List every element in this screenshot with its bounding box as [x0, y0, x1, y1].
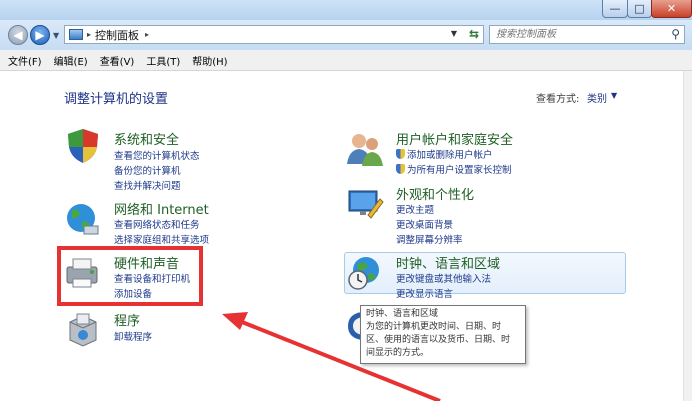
- breadcrumb-chevron-icon[interactable]: ▸: [145, 30, 149, 39]
- appearance-icon[interactable]: [346, 185, 384, 223]
- link-change-theme[interactable]: 更改主题: [396, 202, 434, 216]
- close-button[interactable]: ✕: [651, 0, 692, 18]
- link-add-remove-accounts[interactable]: 添加或删除用户帐户: [396, 147, 493, 161]
- highlight-box: [57, 246, 203, 306]
- page-title: 调整计算机的设置: [64, 92, 169, 107]
- menu-tools[interactable]: 工具(T): [146, 53, 180, 68]
- category-appearance[interactable]: 外观和个性化: [396, 184, 474, 203]
- clock-globe-icon[interactable]: [346, 254, 384, 292]
- category-system-security[interactable]: 系统和安全: [114, 129, 179, 148]
- system-security-shield-icon[interactable]: [64, 127, 102, 165]
- menu-edit[interactable]: 编辑(E): [54, 53, 88, 68]
- link-change-keyboard[interactable]: 更改键盘或其他输入法: [396, 271, 491, 285]
- tooltip: 时钟、语言和区域 为您的计算机更改时间、日期、时 区、使用的语言以及货币、日期、…: [360, 305, 526, 364]
- history-dropdown-icon[interactable]: ▼: [53, 31, 59, 40]
- network-globe-icon[interactable]: [64, 200, 102, 238]
- link-view-computer-status[interactable]: 查看您的计算机状态: [114, 148, 200, 162]
- view-by-selector[interactable]: 类别: [587, 90, 607, 105]
- link-change-background[interactable]: 更改桌面背景: [396, 217, 453, 231]
- address-dropdown-icon[interactable]: ▼: [451, 29, 457, 38]
- menu-view[interactable]: 查看(V): [100, 53, 135, 68]
- search-icon[interactable]: ⚲: [671, 27, 680, 41]
- back-button[interactable]: ◀: [8, 25, 28, 45]
- link-view-network-status[interactable]: 查看网络状态和任务: [114, 217, 200, 231]
- tooltip-line: 间显示的方式。: [366, 348, 430, 358]
- navigation-bar: ◀ ▶ ▼ ▸ 控制面板 ▸ ▼ ⇆ ⚲: [0, 20, 692, 50]
- link-backup-computer[interactable]: 备份您的计算机: [114, 163, 181, 177]
- link-change-display-language[interactable]: 更改显示语言: [396, 286, 453, 300]
- breadcrumb-control-panel[interactable]: 控制面板: [95, 27, 139, 43]
- breadcrumb-separator-icon[interactable]: ▸: [87, 30, 91, 39]
- menu-file[interactable]: 文件(F): [8, 53, 42, 68]
- refresh-icon[interactable]: ⇆: [469, 27, 479, 41]
- title-bar: [0, 0, 692, 20]
- link-homegroup-sharing[interactable]: 选择家庭组和共享选项: [114, 232, 209, 246]
- uac-shield-icon: [396, 149, 405, 159]
- address-bar[interactable]: ▸ 控制面板 ▸ ▼ ⇆: [64, 25, 484, 44]
- search-box[interactable]: ⚲: [489, 25, 685, 44]
- vertical-scrollbar[interactable]: [683, 71, 692, 401]
- link-text: 添加或删除用户帐户: [407, 150, 493, 161]
- maximize-button[interactable]: □: [627, 0, 652, 18]
- user-accounts-icon[interactable]: [346, 130, 384, 168]
- category-clock-language-region[interactable]: 时钟、语言和区域: [396, 253, 500, 272]
- link-uninstall-program[interactable]: 卸载程序: [114, 329, 152, 343]
- forward-button[interactable]: ▶: [30, 25, 50, 45]
- search-input[interactable]: [494, 28, 668, 41]
- menu-help[interactable]: 帮助(H): [192, 53, 227, 68]
- category-network-internet[interactable]: 网络和 Internet: [114, 199, 209, 218]
- tooltip-line: 区、使用的语言以及货币、日期、时: [366, 335, 511, 345]
- link-text: 为所有用户设置家长控制: [407, 165, 512, 176]
- tooltip-line: 为您的计算机更改时间、日期、时: [366, 322, 502, 332]
- view-by-dropdown-icon[interactable]: ▼: [611, 91, 617, 100]
- category-user-accounts[interactable]: 用户帐户和家庭安全: [396, 129, 513, 148]
- link-troubleshoot[interactable]: 查找并解决问题: [114, 178, 181, 192]
- programs-box-icon[interactable]: [64, 310, 102, 348]
- tooltip-title: 时钟、语言和区域: [366, 309, 439, 319]
- link-parental-controls[interactable]: 为所有用户设置家长控制: [396, 162, 512, 176]
- menu-bar: 文件(F) 编辑(E) 查看(V) 工具(T) 帮助(H): [0, 50, 692, 71]
- uac-shield-icon: [396, 164, 405, 174]
- view-by-label: 查看方式:: [536, 94, 580, 105]
- category-programs[interactable]: 程序: [114, 310, 140, 329]
- minimize-button[interactable]: —: [602, 0, 628, 18]
- link-screen-resolution[interactable]: 调整屏幕分辨率: [396, 232, 463, 246]
- control-panel-icon: [69, 29, 83, 40]
